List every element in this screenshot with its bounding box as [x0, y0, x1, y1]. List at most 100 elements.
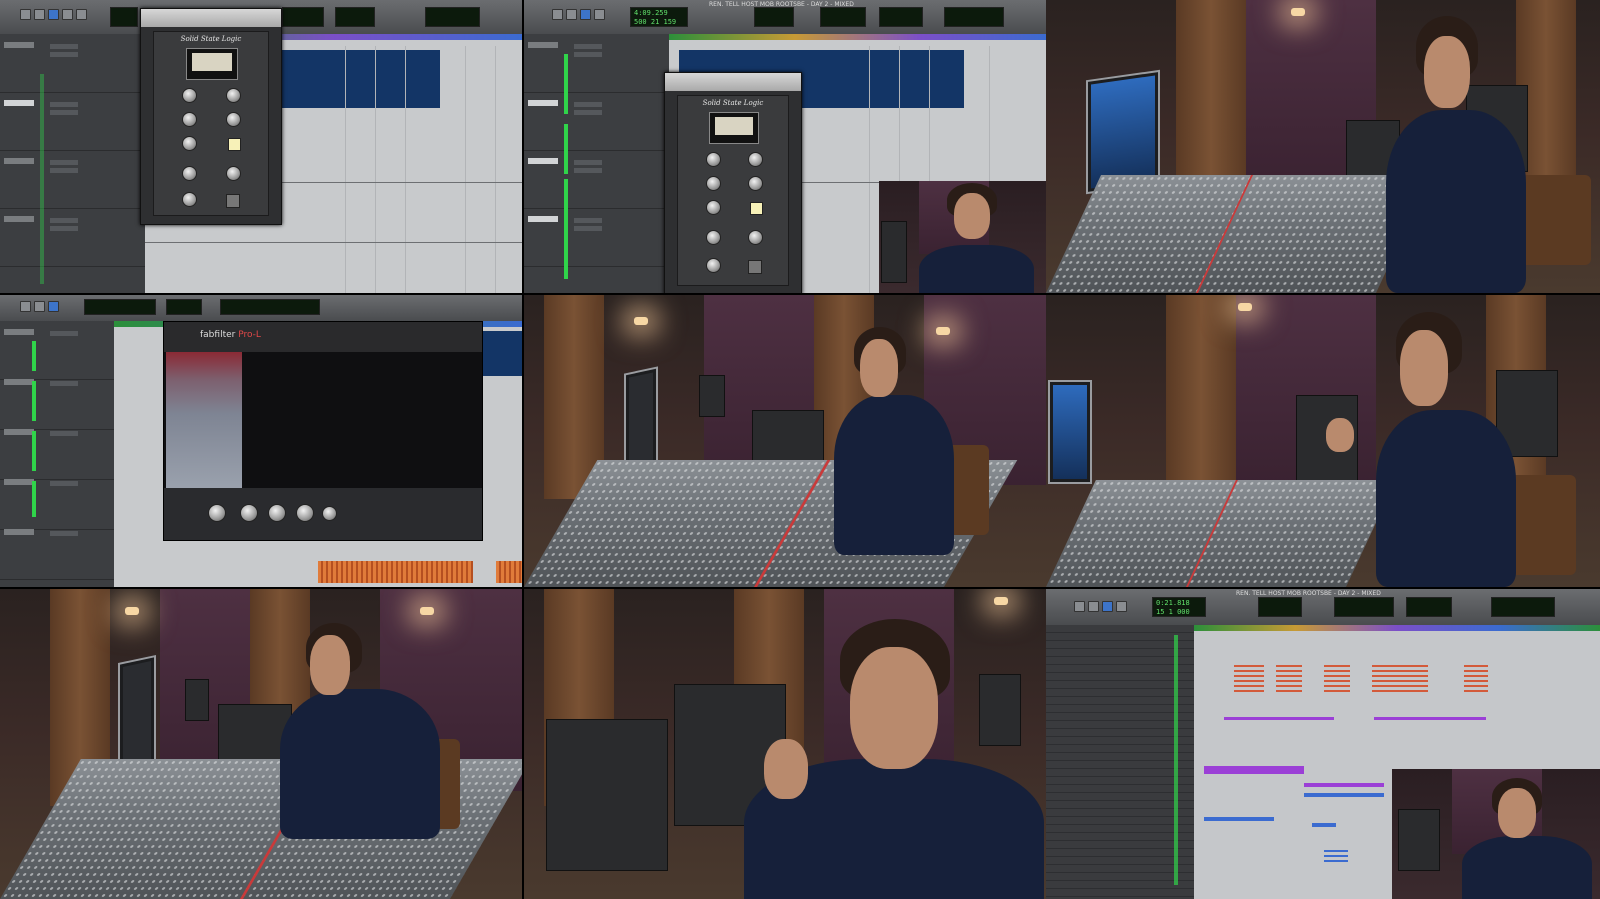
ratio-knob[interactable]: [748, 176, 763, 191]
track-strip[interactable]: [0, 212, 145, 267]
mixing-console: [1046, 175, 1432, 293]
ssl-plugin-window[interactable]: Solid State Logic: [664, 72, 802, 293]
stop-button[interactable]: [34, 301, 45, 312]
lookahead-knob[interactable]: [240, 504, 258, 522]
interviewee: [919, 181, 1039, 293]
sub-counter-value: 500 21 159: [634, 18, 677, 26]
track-strip[interactable]: [524, 212, 669, 267]
audio-region[interactable]: [280, 50, 440, 108]
track-strip[interactable]: [0, 375, 114, 430]
midi-clip[interactable]: [1324, 665, 1350, 693]
track-strip[interactable]: [524, 154, 669, 209]
play-button[interactable]: [48, 301, 59, 312]
midi-clip[interactable]: [1312, 823, 1336, 827]
nudge-readout: [820, 7, 866, 27]
play-button[interactable]: [48, 9, 59, 20]
track-strip[interactable]: [524, 96, 669, 151]
track-strip[interactable]: [0, 154, 145, 209]
wall-sconce: [420, 607, 434, 615]
main-counter: [84, 299, 156, 315]
vu-meter: [185, 48, 239, 80]
midi-clip[interactable]: [1374, 717, 1486, 720]
release-knob[interactable]: [706, 200, 721, 215]
midi-clip[interactable]: [1464, 665, 1488, 693]
track-strip[interactable]: [0, 425, 114, 480]
rewind-button[interactable]: [552, 9, 563, 20]
ssl-plugin-face: Solid State Logic: [153, 31, 269, 216]
attack-knob[interactable]: [706, 176, 721, 191]
mix-knob[interactable]: [182, 166, 197, 181]
track-strip[interactable]: [0, 325, 114, 380]
track-strip[interactable]: [0, 38, 145, 93]
stop-button[interactable]: [566, 9, 577, 20]
play-button[interactable]: [1102, 601, 1113, 612]
midi-clip[interactable]: [496, 561, 522, 583]
threshold-knob[interactable]: [706, 152, 721, 167]
midi-clip[interactable]: [1204, 817, 1274, 821]
main-counter: [110, 7, 138, 27]
midi-clip[interactable]: [1276, 665, 1302, 693]
ratio-knob[interactable]: [226, 112, 241, 127]
level-meter: [564, 179, 568, 279]
level-meter: [32, 341, 36, 371]
frame-interview-2: [524, 295, 1046, 587]
makeup-knob[interactable]: [748, 152, 763, 167]
attack-knob[interactable]: [268, 504, 286, 522]
meter-readout: [1491, 597, 1555, 617]
rewind-button[interactable]: [20, 301, 31, 312]
timeline-ruler[interactable]: [1194, 625, 1600, 631]
record-button[interactable]: [594, 9, 605, 20]
release-knob[interactable]: [296, 504, 314, 522]
midi-clip[interactable]: [1204, 766, 1304, 774]
track-strip[interactable]: [0, 475, 114, 530]
ssl-plugin-window[interactable]: Solid State Logic: [140, 8, 282, 225]
record-button[interactable]: [62, 9, 73, 20]
output-knob[interactable]: [182, 192, 197, 207]
transport-bar: [0, 295, 522, 322]
midi-clip[interactable]: [1324, 850, 1348, 864]
midi-clip[interactable]: [1304, 783, 1384, 787]
play-button[interactable]: [580, 9, 591, 20]
interviewee: [270, 619, 450, 869]
release-knob[interactable]: [182, 136, 197, 151]
sidechain-knob[interactable]: [748, 230, 763, 245]
session-title: REN. TELL HOST MOB ROOTSBE - DAY 2 - MIX…: [1236, 590, 1381, 597]
stop-button[interactable]: [34, 9, 45, 20]
plugin-header[interactable]: fabfilter Pro-L: [164, 322, 482, 352]
frame-interview-1: [1046, 0, 1600, 293]
plugin-header[interactable]: [141, 9, 281, 27]
midi-clip[interactable]: [318, 561, 473, 583]
midi-clip[interactable]: [1372, 665, 1428, 693]
output-knob[interactable]: [706, 258, 721, 273]
loop-button[interactable]: [76, 9, 87, 20]
in-lamp[interactable]: [228, 138, 241, 151]
track-strip[interactable]: [0, 96, 145, 151]
record-button[interactable]: [1116, 601, 1127, 612]
stop-button[interactable]: [1088, 601, 1099, 612]
makeup-knob[interactable]: [226, 88, 241, 103]
timeline-ruler[interactable]: [669, 34, 1046, 40]
fabfilter-plugin-window[interactable]: fabfilter Pro-L: [163, 321, 483, 541]
rewind-button[interactable]: [1074, 601, 1085, 612]
threshold-knob[interactable]: [182, 88, 197, 103]
plugin-header[interactable]: [665, 73, 801, 91]
sidechain-knob[interactable]: [226, 166, 241, 181]
mix-knob[interactable]: [706, 230, 721, 245]
track-strip[interactable]: [0, 525, 114, 580]
in-lamp[interactable]: [750, 202, 763, 215]
midi-clip[interactable]: [1224, 717, 1334, 720]
bypass-button[interactable]: [226, 194, 240, 208]
midi-clip[interactable]: [1234, 665, 1264, 693]
secondary-counter: [282, 7, 324, 27]
attack-knob[interactable]: [182, 112, 197, 127]
plugin-logo: fabfilter Pro-L: [200, 330, 261, 340]
track-strip[interactable]: [524, 38, 669, 93]
bypass-button[interactable]: [748, 260, 762, 274]
nudge-readout: [1334, 597, 1394, 617]
channel-link-knob[interactable]: [322, 506, 337, 521]
midi-clip[interactable]: [1304, 793, 1384, 797]
speaker: [185, 679, 209, 721]
gain-knob[interactable]: [208, 504, 226, 522]
rewind-button[interactable]: [20, 9, 31, 20]
frame-protools-session: REN. TELL HOST MOB ROOTSBE - DAY 2 - MIX…: [1046, 589, 1600, 899]
